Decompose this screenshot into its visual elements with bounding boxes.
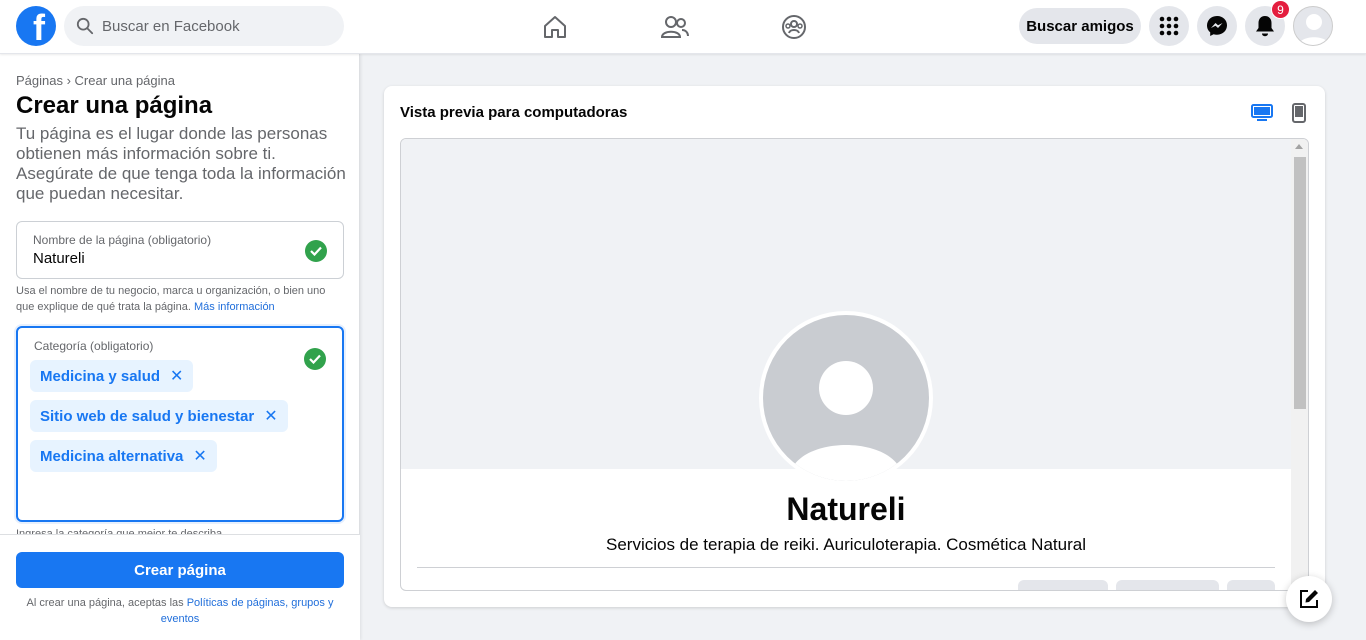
more-info-link[interactable]: Más información	[194, 301, 275, 313]
user-silhouette-icon	[1298, 14, 1330, 45]
divider	[417, 567, 1275, 568]
preview-action-button	[1116, 580, 1219, 590]
facebook-logo[interactable]: f	[16, 6, 56, 46]
valid-check-icon	[304, 348, 326, 370]
category-label: Categoría (obligatorio)	[34, 339, 154, 353]
scrollbar-thumb[interactable]	[1294, 157, 1306, 409]
user-silhouette-icon	[789, 361, 903, 481]
preview-frame: Natureli Servicios de terapia de reiki. …	[400, 138, 1309, 591]
category-chip[interactable]: Sitio web de salud y bienestar ✕	[30, 400, 288, 432]
home-icon[interactable]	[540, 12, 570, 42]
profile-picture	[759, 311, 933, 485]
notification-count-badge: 9	[1271, 0, 1290, 19]
footer-actions: Crear página Al crear una página, acepta…	[0, 534, 360, 640]
desktop-preview-card: Vista previa para computadoras Natureli …	[384, 86, 1325, 607]
search-bar[interactable]: Buscar en Facebook	[64, 6, 344, 46]
search-icon	[76, 17, 94, 35]
remove-chip-icon[interactable]: ✕	[170, 366, 183, 386]
preview-action-button	[1018, 580, 1108, 590]
scroll-up-arrow-icon[interactable]	[1295, 144, 1303, 149]
page-name-input[interactable]: Natureli	[33, 250, 85, 267]
preview-scrollbar[interactable]	[1291, 139, 1308, 590]
page-name-field[interactable]: Nombre de la página (obligatorio) Nature…	[16, 221, 344, 279]
preview-page-subtitle: Servicios de terapia de reiki. Auriculot…	[605, 535, 1086, 554]
groups-icon[interactable]	[779, 12, 809, 42]
page-title: Crear una página	[16, 92, 213, 119]
menu-grid-icon[interactable]	[1149, 6, 1189, 46]
top-navigation-bar: f Buscar en Facebook Buscar amigos 9	[0, 0, 1366, 54]
find-friends-button[interactable]: Buscar amigos	[1019, 8, 1141, 44]
create-page-button[interactable]: Crear página	[16, 552, 344, 588]
account-avatar[interactable]	[1293, 6, 1333, 46]
preview-page-name: Natureli	[786, 491, 906, 527]
compose-button[interactable]	[1286, 576, 1332, 622]
edit-icon	[1300, 590, 1318, 608]
policies-link[interactable]: Políticas de páginas, grupos y eventos	[161, 597, 334, 625]
page-name-label: Nombre de la página (obligatorio)	[33, 233, 212, 247]
page-name-help: Usa el nombre de tu negocio, marca u org…	[16, 285, 326, 313]
create-page-panel: Páginas › Crear una página Crear una pág…	[0, 54, 360, 640]
messenger-icon[interactable]	[1197, 6, 1237, 46]
category-chip[interactable]: Medicina alternativa ✕	[30, 440, 217, 472]
breadcrumb[interactable]: Páginas › Crear una página	[16, 73, 175, 88]
category-chip[interactable]: Medicina y salud ✕	[30, 360, 194, 392]
friends-icon[interactable]	[660, 12, 690, 42]
remove-chip-icon[interactable]: ✕	[193, 446, 206, 466]
terms-text: Al crear una página, aceptas las Polític…	[26, 597, 334, 625]
category-field[interactable]: Categoría (obligatorio) Medicina y salud…	[16, 326, 344, 522]
desktop-icon[interactable]	[1250, 101, 1274, 125]
page-description: Tu página es el lugar donde las personas…	[16, 124, 346, 203]
mobile-icon[interactable]	[1287, 101, 1311, 125]
preview-action-button	[1227, 580, 1275, 590]
preview-title: Vista previa para computadoras	[400, 104, 628, 121]
search-input[interactable]: Buscar en Facebook	[102, 18, 240, 35]
valid-check-icon	[305, 240, 327, 262]
remove-chip-icon[interactable]: ✕	[264, 406, 277, 426]
